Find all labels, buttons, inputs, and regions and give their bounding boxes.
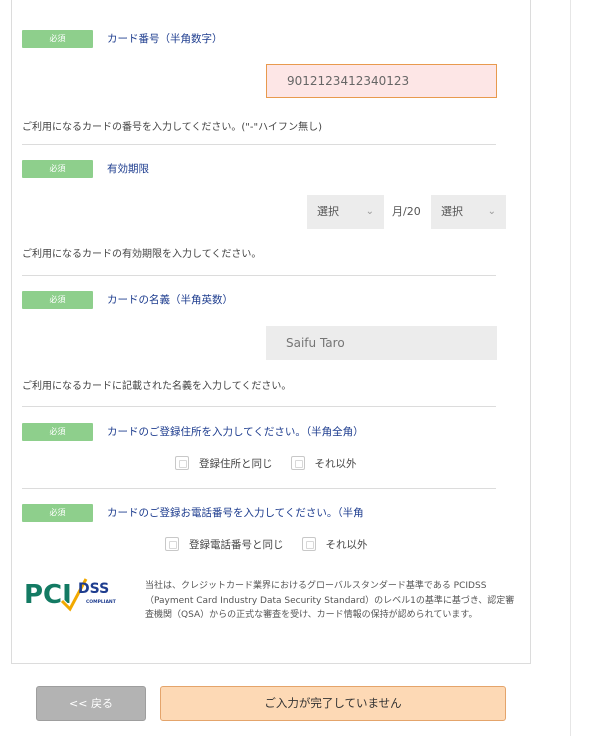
address-options: 登録住所と同じ それ以外 (175, 456, 375, 472)
card-name-hint: ご利用になるカードに記載された名義を入力してください。 (22, 381, 292, 392)
divider (22, 406, 496, 407)
card-number-hint: ご利用になるカードの番号を入力してください。("-"ハイフン無し) (22, 122, 323, 133)
expiry-year-value: 選択 (441, 205, 463, 218)
address-other-checkbox[interactable] (290, 456, 305, 470)
divider (22, 275, 496, 276)
card-name-title: カードの名義（半角英数） (107, 294, 233, 306)
card-number-title: カード番号（半角数字） (107, 33, 223, 45)
required-badge: 必須 (22, 291, 93, 309)
address-title: カードのご登録住所を入力してください。（半角全角） (107, 426, 364, 438)
address-same-label: 登録住所と同じ (199, 458, 273, 470)
chevron-down-icon: ⌄ (365, 206, 374, 217)
card-number-input[interactable] (266, 64, 497, 98)
card-name-input[interactable] (266, 326, 497, 360)
phone-other-checkbox[interactable] (301, 537, 316, 551)
required-badge: 必須 (22, 160, 93, 178)
payment-form-page: 必須 カード番号（半角数字） ご利用になるカードの番号を入力してください。("-… (0, 0, 601, 736)
pci-dss-logo: PCI DSS COMPLIANT (22, 571, 126, 617)
required-badge: 必須 (22, 504, 93, 522)
phone-same-label: 登録電話番号と同じ (189, 539, 284, 551)
expiry-month-select[interactable]: 選択 ⌄ (307, 195, 384, 229)
required-badge: 必須 (22, 30, 93, 48)
expiry-hint: ご利用になるカードの有効期限を入力してください。 (22, 249, 262, 260)
back-button[interactable]: << 戻る (36, 686, 146, 721)
expiry-month-separator: 月/20 (392, 205, 421, 218)
expiry-month-value: 選択 (317, 205, 339, 218)
submit-button[interactable]: ご入力が完了していません (160, 686, 506, 721)
phone-options: 登録電話番号と同じ それ以外 (165, 537, 386, 553)
chevron-down-icon: ⌄ (487, 206, 496, 217)
phone-same-checkbox[interactable] (165, 537, 179, 551)
address-same-checkbox[interactable] (175, 456, 189, 470)
phone-title: カードのご登録お電話番号を入力してください。（半角 (107, 507, 364, 519)
expiry-year-select[interactable]: 選択 ⌄ (431, 195, 506, 229)
right-divider (570, 0, 571, 736)
divider (22, 144, 496, 145)
expiry-title: 有効期限 (107, 163, 149, 175)
required-badge: 必須 (22, 423, 93, 441)
divider (22, 488, 496, 489)
phone-other-label: それ以外 (325, 539, 368, 551)
svg-text:DSS: DSS (78, 581, 109, 597)
svg-text:COMPLIANT: COMPLIANT (86, 599, 117, 605)
address-other-label: それ以外 (314, 458, 357, 470)
pci-description: 当社は、クレジットカード業界におけるグローバルスタンダード基準である PCIDS… (145, 581, 515, 620)
